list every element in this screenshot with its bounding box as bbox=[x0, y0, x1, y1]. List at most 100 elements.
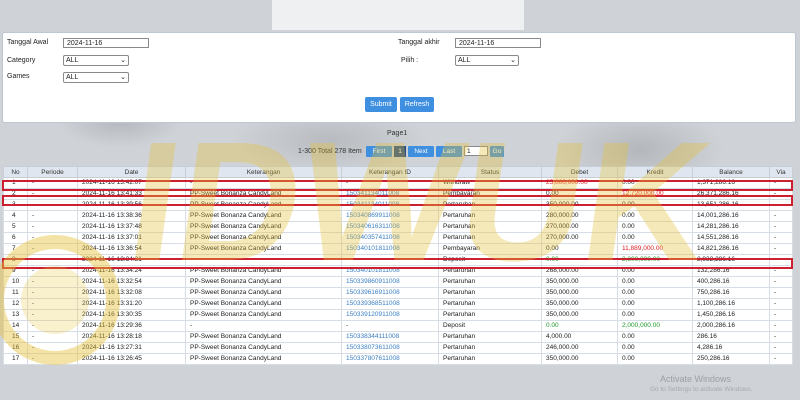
table-cell: PP-Sweet Bonanza CandyLand bbox=[185, 199, 342, 211]
table-row[interactable]: 15-2024-11-16 13:28:18 PP-Sweet Bonanza C… bbox=[3, 331, 793, 343]
table-cell: 0.00 bbox=[617, 309, 693, 321]
table-cell: 3 bbox=[3, 199, 28, 211]
table-cell: 26,371,286.16 bbox=[692, 188, 770, 200]
table-cell[interactable]: 150340869911008 bbox=[341, 210, 439, 222]
table-cell: - bbox=[341, 320, 439, 332]
table-cell[interactable]: 150337807611008 bbox=[341, 353, 439, 365]
table-cell: PP-Sweet Bonanza CandyLand bbox=[185, 342, 342, 354]
table-row[interactable]: 3-2024-11-16 13:39:56 PP-Sweet Bonanza Ca… bbox=[3, 199, 793, 211]
table-cell: - bbox=[769, 265, 793, 277]
table-cell[interactable]: 150338344111008 bbox=[341, 331, 439, 343]
page-number-input[interactable]: 1 bbox=[464, 146, 488, 156]
table-cell: - bbox=[27, 320, 78, 332]
table-row[interactable]: 9-2024-11-16 13:34:24 PP-Sweet Bonanza Ca… bbox=[3, 265, 793, 277]
table-cell: 350,000.00 bbox=[541, 199, 618, 211]
table-cell: - bbox=[27, 265, 78, 277]
table-cell: 13,651,286.16 bbox=[692, 199, 770, 211]
column-header: Status bbox=[438, 166, 542, 178]
tanggal-awal-input[interactable]: 2024-11-16 bbox=[63, 38, 149, 48]
table-cell[interactable]: 150341134011008 bbox=[341, 199, 439, 211]
table-row[interactable]: 5-2024-11-16 13:37:48 PP-Sweet Bonanza Ca… bbox=[3, 221, 793, 233]
category-select[interactable]: ALL ⌄ bbox=[63, 55, 129, 66]
table-cell[interactable]: 150339616911008 bbox=[341, 287, 439, 299]
table-cell: - bbox=[27, 309, 78, 321]
table-row[interactable]: 11-2024-11-16 13:32:08 PP-Sweet Bonanza C… bbox=[3, 287, 793, 299]
tanggal-akhir-label: Tanggal akhir bbox=[398, 39, 440, 46]
table-cell[interactable]: 150339368511008 bbox=[341, 298, 439, 310]
table-cell: - bbox=[27, 221, 78, 233]
table-cell: - bbox=[27, 177, 78, 189]
table-cell: 268,000.00 bbox=[541, 265, 618, 277]
table-cell: - bbox=[769, 232, 793, 244]
chevron-down-icon: ⌄ bbox=[510, 57, 516, 64]
go-button[interactable]: Go bbox=[490, 146, 504, 157]
table-cell: - bbox=[769, 243, 793, 255]
table-cell[interactable]: 150339860911008 bbox=[341, 276, 439, 288]
table-row[interactable]: 4-2024-11-16 13:38:36 PP-Sweet Bonanza Ca… bbox=[3, 210, 793, 222]
table-row[interactable]: 6-2024-11-16 13:37:01 PP-Sweet Bonanza Ca… bbox=[3, 232, 793, 244]
submit-button[interactable]: Submit bbox=[365, 97, 397, 112]
table-cell: 11,889,000.00 bbox=[617, 243, 693, 255]
table-cell: - bbox=[27, 210, 78, 222]
table-cell: Pembayaran bbox=[438, 188, 542, 200]
last-page-button[interactable]: Last bbox=[436, 146, 462, 157]
table-row[interactable]: 17-2024-11-16 13:26:45 PP-Sweet Bonanza C… bbox=[3, 353, 793, 365]
table-cell: 0.00 bbox=[541, 254, 618, 266]
column-header: Keterangan ID bbox=[341, 166, 439, 178]
table-cell: 2,000,286.16 bbox=[692, 320, 770, 332]
activate-windows-subtitle: Go to Settings to activate Windows. bbox=[650, 386, 753, 393]
table-cell: 2024-11-16 13:28:18 bbox=[77, 331, 186, 343]
table-row[interactable]: 14-2024-11-16 13:29:36- - Deposit 0.00 2,000… bbox=[3, 320, 793, 332]
table-row[interactable]: 2-2024-11-16 13:41:33 PP-Sweet Bonanza Ca… bbox=[3, 188, 793, 200]
table-cell: PP-Sweet Bonanza CandyLand bbox=[185, 188, 342, 200]
table-row[interactable]: 10-2024-11-16 13:32:54 PP-Sweet Bonanza C… bbox=[3, 276, 793, 288]
table-cell[interactable]: 150340357411008 bbox=[341, 232, 439, 244]
table-cell: 14,001,286.16 bbox=[692, 210, 770, 222]
first-page-button[interactable]: First bbox=[366, 146, 392, 157]
table-cell: 0.00 bbox=[541, 243, 618, 255]
table-cell: 350,000.00 bbox=[541, 287, 618, 299]
current-page[interactable]: 1 bbox=[394, 146, 406, 157]
table-cell: - bbox=[27, 353, 78, 365]
table-cell: 2024-11-16 13:38:36 bbox=[77, 210, 186, 222]
table-cell: 25,000,000.00 bbox=[541, 177, 618, 189]
table-cell: 280,000.00 bbox=[541, 210, 618, 222]
table-cell[interactable]: 150341134011008 bbox=[341, 188, 439, 200]
table-cell: 270,000.00 bbox=[541, 232, 618, 244]
column-header: Date bbox=[77, 166, 186, 178]
table-row[interactable]: 13-2024-11-16 13:30:35 PP-Sweet Bonanza C… bbox=[3, 309, 793, 321]
table-cell: 8 bbox=[3, 254, 28, 266]
table-cell: Pertaruhan bbox=[438, 232, 542, 244]
table-row[interactable]: 12-2024-11-16 13:31:20 PP-Sweet Bonanza C… bbox=[3, 298, 793, 310]
table-cell: 350,000.00 bbox=[541, 298, 618, 310]
table-cell: Withdraw bbox=[438, 177, 542, 189]
table-cell: 2 bbox=[3, 188, 28, 200]
pilih-select[interactable]: ALL ⌄ bbox=[455, 55, 519, 66]
refresh-button[interactable]: Refresh bbox=[400, 97, 434, 112]
table-row[interactable]: 16-2024-11-16 13:27:31 PP-Sweet Bonanza C… bbox=[3, 342, 793, 354]
table-cell[interactable]: 150339120911008 bbox=[341, 309, 439, 321]
table-cell: - bbox=[769, 210, 793, 222]
column-header: Keterangan bbox=[185, 166, 342, 178]
games-select[interactable]: ALL ⌄ bbox=[63, 72, 129, 83]
table-cell[interactable]: 150340101811008 bbox=[341, 265, 439, 277]
table-cell: - bbox=[769, 320, 793, 332]
table-row[interactable]: 8-2024-11-16 13:34:31- - Deposit 0.00 2,800,… bbox=[3, 254, 793, 266]
tanggal-akhir-input[interactable]: 2024-11-16 bbox=[455, 38, 541, 48]
table-cell: Pertaruhan bbox=[438, 199, 542, 211]
table-cell: - bbox=[769, 298, 793, 310]
next-page-button[interactable]: Next bbox=[408, 146, 434, 157]
table-cell: 286.16 bbox=[692, 331, 770, 343]
table-cell: 246,000.00 bbox=[541, 342, 618, 354]
range-label: 1-300 Total 278 Item bbox=[298, 148, 362, 155]
table-cell[interactable]: 150340616311008 bbox=[341, 221, 439, 233]
table-cell: - bbox=[769, 353, 793, 365]
table-cell: 1 bbox=[3, 177, 28, 189]
table-cell: - bbox=[27, 298, 78, 310]
table-cell: 0.00 bbox=[617, 177, 693, 189]
table-row[interactable]: 7-2024-11-16 13:36:54 PP-Sweet Bonanza Ca… bbox=[3, 243, 793, 255]
table-cell: 350,000.00 bbox=[541, 309, 618, 321]
table-cell[interactable]: 150338073611008 bbox=[341, 342, 439, 354]
table-row[interactable]: 1-2024-11-16 13:42:07- - Withdraw 25,000,00… bbox=[3, 177, 793, 189]
table-cell[interactable]: 150340101811008 bbox=[341, 243, 439, 255]
